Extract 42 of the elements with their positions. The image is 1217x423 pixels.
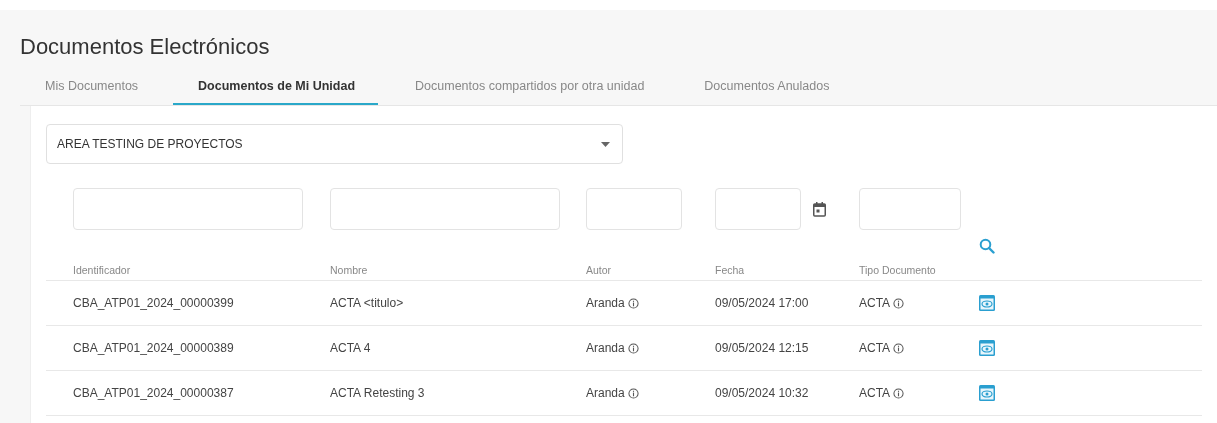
column-header: Tipo Documento xyxy=(859,264,937,276)
column-header: Identificador xyxy=(73,264,132,276)
table-cell-text: ACTA 4 xyxy=(330,341,372,355)
input-field[interactable] xyxy=(859,188,961,230)
table-cell-text: 09/05/2024 12:15 xyxy=(715,341,810,355)
tab[interactable]: Documentos Anulados xyxy=(679,71,853,105)
table-cell-text: CBA_ATP01_2024_00000389 xyxy=(73,341,235,355)
table-cell: Aranda xyxy=(586,341,625,355)
calendar-icon[interactable] xyxy=(813,201,826,217)
unit-dropdown[interactable]: AREA TESTING DE PROYECTOS xyxy=(46,124,623,164)
table-cell-text: ACTA <titulo> xyxy=(330,296,405,310)
tab[interactable]: Mis Documentos xyxy=(20,71,162,105)
info-icon xyxy=(893,387,905,399)
table-cell: ACTA xyxy=(859,341,891,355)
search-icon[interactable] xyxy=(979,238,995,254)
table-cell-text: 09/05/2024 10:32 xyxy=(715,386,810,400)
date-field[interactable] xyxy=(715,188,801,230)
column-header: Nombre xyxy=(330,264,369,276)
info-icon xyxy=(627,387,639,399)
info-icon xyxy=(627,342,639,354)
input-field[interactable] xyxy=(73,188,303,230)
eye-icon[interactable] xyxy=(979,385,995,401)
input-field[interactable] xyxy=(330,188,560,230)
table-cell: Aranda xyxy=(586,386,625,400)
table-cell-text: 09/05/2024 17:00 xyxy=(715,296,810,310)
table-cell: Aranda xyxy=(586,296,625,310)
caret-icon xyxy=(601,141,610,147)
eye-icon[interactable] xyxy=(979,340,995,356)
column-header: Autor xyxy=(586,264,613,276)
table-cell: ACTA xyxy=(859,386,891,400)
table-cell-text: CBA_ATP01_2024_00000387 xyxy=(73,386,235,400)
table-cell-text: ACTA Retesting 3 xyxy=(330,386,426,400)
info-icon xyxy=(893,297,905,309)
table-cell-text: CBA_ATP01_2024_00000399 xyxy=(73,296,235,310)
input-field[interactable] xyxy=(586,188,682,230)
table-cell: ACTA xyxy=(859,296,891,310)
tab[interactable]: Documentos compartidos por otra unidad xyxy=(390,71,668,105)
page-title: Documentos Electrónicos xyxy=(20,34,271,60)
column-header: Fecha xyxy=(715,264,746,276)
info-icon xyxy=(627,297,639,309)
eye-icon[interactable] xyxy=(979,295,995,311)
info-icon xyxy=(893,342,905,354)
